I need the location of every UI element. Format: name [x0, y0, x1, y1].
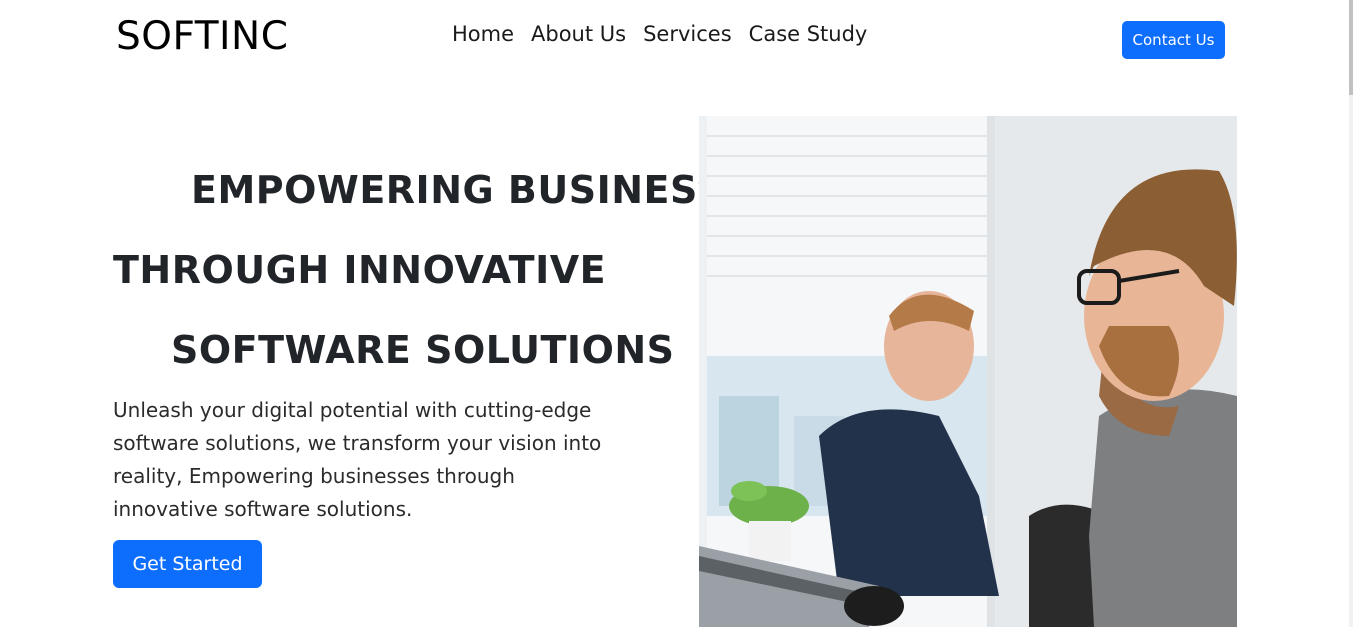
get-started-button[interactable]: Get Started [113, 540, 262, 588]
hero-image [699, 116, 1237, 627]
hero-title-line-1: EMPOWERING BUSINESSES [191, 168, 779, 212]
page: SOFTINC Home About Us Services Case Stud… [0, 0, 1353, 627]
contact-us-button[interactable]: Contact Us [1122, 21, 1225, 59]
scrollbar-thumb[interactable] [1349, 0, 1353, 95]
brand-logo[interactable]: SOFTINC [116, 14, 288, 59]
nav-item-home[interactable]: Home [452, 22, 514, 46]
office-photo-illustration [699, 116, 1237, 627]
hero-title-line-2: THROUGH INNOVATIVE [113, 248, 607, 292]
hero-description: Unleash your digital potential with cutt… [113, 398, 602, 521]
page-scrollbar[interactable] [1349, 0, 1353, 627]
nav-item-services[interactable]: Services [643, 22, 732, 46]
hero-title-line-3: SOFTWARE SOLUTIONS [171, 328, 675, 372]
main-nav: Home About Us Services Case Study [452, 22, 867, 46]
nav-item-case-study[interactable]: Case Study [749, 22, 868, 46]
nav-item-about-us[interactable]: About Us [531, 22, 626, 46]
